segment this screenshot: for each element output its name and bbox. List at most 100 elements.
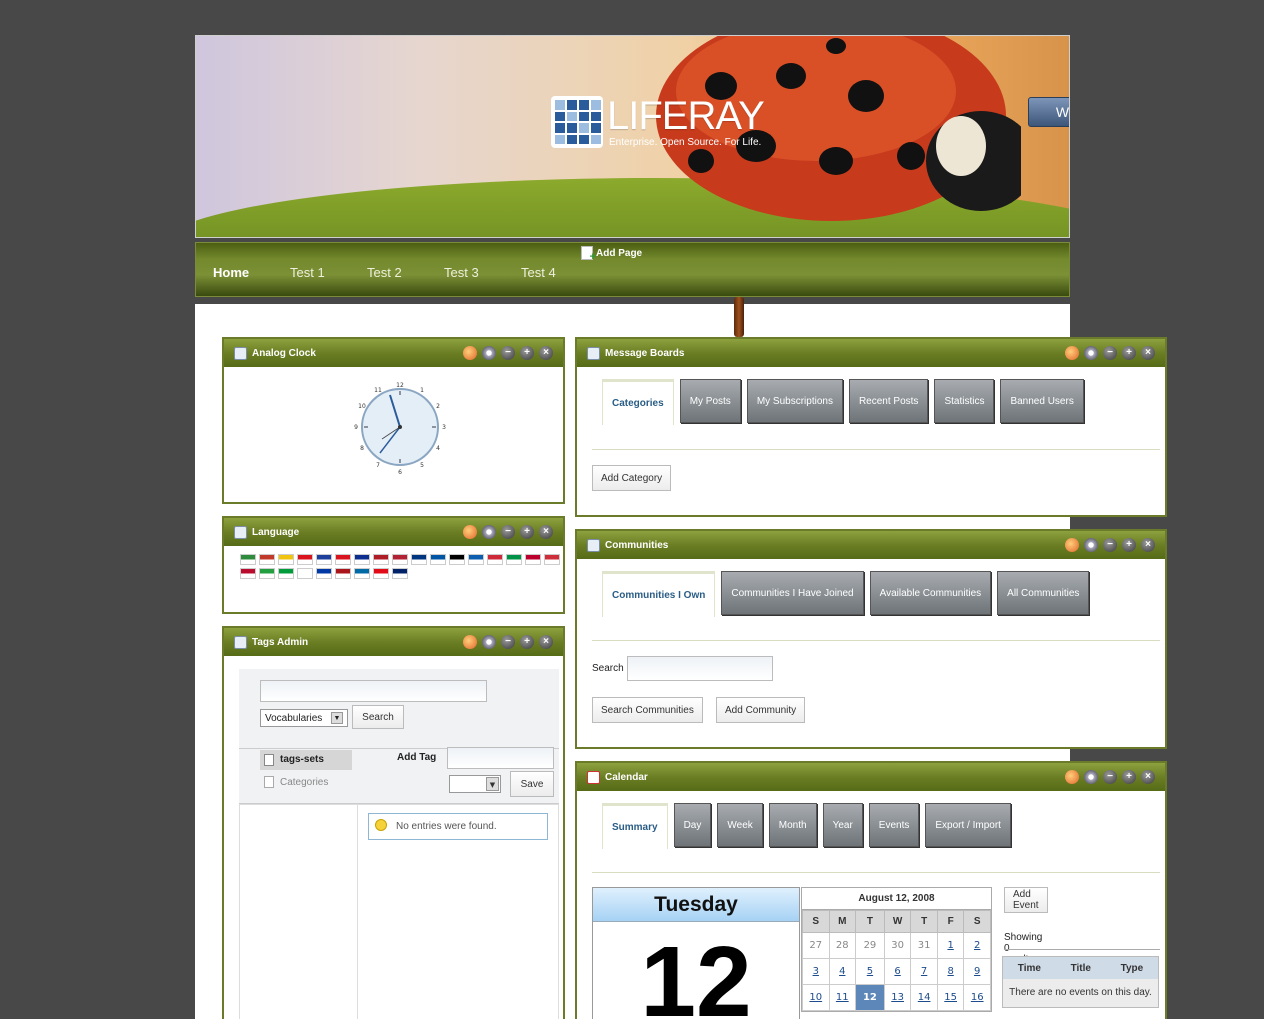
language-flag-icon[interactable] (525, 554, 541, 565)
calendar-day-cell[interactable]: 14 (910, 984, 938, 1011)
look-and-feel-icon[interactable] (1065, 538, 1079, 552)
add-page-link[interactable]: Add Page (581, 246, 642, 263)
look-and-feel-icon[interactable] (1065, 346, 1079, 360)
calendar-day-cell[interactable]: 8 (936, 958, 965, 985)
calendar-day-cell[interactable]: 11 (828, 984, 857, 1011)
language-flag-icon[interactable] (430, 554, 446, 565)
calendar-day-cell[interactable]: 16 (963, 984, 991, 1011)
close-icon[interactable]: × (539, 525, 553, 539)
nav-item-test-4[interactable]: Test 4 (521, 265, 556, 280)
minimize-icon[interactable]: − (1103, 770, 1117, 784)
maximize-icon[interactable]: + (520, 525, 534, 539)
tab-my-subscriptions[interactable]: My Subscriptions (746, 379, 843, 423)
language-flag-icon[interactable] (259, 568, 275, 579)
calendar-day-cell[interactable]: 1 (936, 932, 965, 959)
calendar-day-cell[interactable]: 13 (883, 984, 912, 1011)
language-flag-icon[interactable] (316, 554, 332, 565)
calendar-day-cell[interactable]: 2 (963, 932, 991, 959)
tab-recent-posts[interactable]: Recent Posts (848, 379, 929, 423)
welcome-menu[interactable]: Welcome Joe Bloggs! ▼ (1028, 97, 1069, 127)
add-category-button[interactable]: Add Category (592, 465, 672, 491)
add-community-button[interactable]: Add Community (716, 697, 806, 723)
language-flag-icon[interactable] (335, 568, 351, 579)
language-flag-icon[interactable] (297, 568, 313, 579)
vocabularies-select[interactable]: Vocabularies ▼ (260, 709, 348, 727)
language-flag-icon[interactable] (449, 554, 465, 565)
tags-search-input[interactable] (260, 680, 487, 702)
tree-item-categories[interactable]: Categories (280, 777, 328, 788)
add-tag-input[interactable] (447, 747, 554, 769)
save-button[interactable]: Save (510, 771, 554, 797)
tab-week[interactable]: Week (717, 803, 763, 847)
tab-my-posts[interactable]: My Posts (679, 379, 741, 423)
language-flag-icon[interactable] (373, 568, 389, 579)
nav-item-home[interactable]: Home (213, 265, 249, 280)
calendar-day-cell[interactable]: 4 (828, 958, 857, 985)
language-flag-icon[interactable] (278, 568, 294, 579)
tab-banned-users[interactable]: Banned Users (1000, 379, 1084, 423)
language-flag-icon[interactable] (278, 554, 294, 565)
nav-item-test-2[interactable]: Test 2 (367, 265, 402, 280)
search-communities-button[interactable]: Search Communities (592, 697, 703, 723)
nav-item-test-3[interactable]: Test 3 (444, 265, 479, 280)
calendar-day-cell[interactable]: 3 (802, 958, 830, 985)
maximize-icon[interactable]: + (1122, 346, 1136, 360)
maximize-icon[interactable]: + (520, 346, 534, 360)
maximize-icon[interactable]: + (1122, 770, 1136, 784)
language-flag-icon[interactable] (297, 554, 313, 565)
maximize-icon[interactable]: + (520, 635, 534, 649)
language-flag-icon[interactable] (468, 554, 484, 565)
look-and-feel-icon[interactable] (463, 346, 477, 360)
close-icon[interactable]: × (1141, 770, 1155, 784)
add-event-button[interactable]: Add Event (1004, 887, 1048, 913)
tab-communities-i-have-joined[interactable]: Communities I Have Joined (721, 571, 864, 615)
language-flag-icon[interactable] (411, 554, 427, 565)
tab-available-communities[interactable]: Available Communities (869, 571, 992, 615)
calendar-day-cell[interactable]: 12 (855, 984, 885, 1011)
calendar-day-cell[interactable]: 6 (883, 958, 912, 985)
language-flag-icon[interactable] (354, 568, 370, 579)
gear-icon[interactable] (482, 635, 496, 649)
language-flag-icon[interactable] (316, 568, 332, 579)
look-and-feel-icon[interactable] (463, 525, 477, 539)
close-icon[interactable]: × (539, 635, 553, 649)
minimize-icon[interactable]: − (501, 525, 515, 539)
language-flag-icon[interactable] (392, 568, 408, 579)
language-flag-icon[interactable] (259, 554, 275, 565)
tab-year[interactable]: Year (822, 803, 863, 847)
close-icon[interactable]: × (1141, 346, 1155, 360)
calendar-day-cell[interactable]: 7 (910, 958, 938, 985)
nav-item-test-1[interactable]: Test 1 (290, 265, 325, 280)
language-flag-icon[interactable] (335, 554, 351, 565)
language-flag-icon[interactable] (240, 568, 256, 579)
gear-icon[interactable] (482, 346, 496, 360)
calendar-day-cell[interactable]: 10 (802, 984, 830, 1011)
language-flag-icon[interactable] (240, 554, 256, 565)
tab-all-communities[interactable]: All Communities (997, 571, 1090, 615)
maximize-icon[interactable]: + (1122, 538, 1136, 552)
calendar-day-cell[interactable]: 5 (855, 958, 885, 985)
gear-icon[interactable] (1084, 346, 1098, 360)
minimize-icon[interactable]: − (501, 635, 515, 649)
tab-export-import[interactable]: Export / Import (925, 803, 1011, 847)
language-flag-icon[interactable] (354, 554, 370, 565)
communities-search-input[interactable] (627, 656, 773, 681)
gear-icon[interactable] (1084, 770, 1098, 784)
gear-icon[interactable] (1084, 538, 1098, 552)
tag-vocabulary-select[interactable]: ▼ (449, 775, 501, 793)
gear-icon[interactable] (482, 525, 496, 539)
close-icon[interactable]: × (1141, 538, 1155, 552)
tab-communities-i-own[interactable]: Communities I Own (602, 571, 716, 617)
tab-statistics[interactable]: Statistics (934, 379, 995, 423)
close-icon[interactable]: × (539, 346, 553, 360)
calendar-day-cell[interactable]: 9 (963, 958, 991, 985)
language-flag-icon[interactable] (544, 554, 560, 565)
look-and-feel-icon[interactable] (1065, 770, 1079, 784)
tab-day[interactable]: Day (673, 803, 712, 847)
language-flag-icon[interactable] (506, 554, 522, 565)
tags-search-button[interactable]: Search (352, 705, 404, 729)
minimize-icon[interactable]: − (1103, 538, 1117, 552)
minimize-icon[interactable]: − (501, 346, 515, 360)
tab-categories[interactable]: Categories (602, 379, 674, 425)
language-flag-icon[interactable] (373, 554, 389, 565)
